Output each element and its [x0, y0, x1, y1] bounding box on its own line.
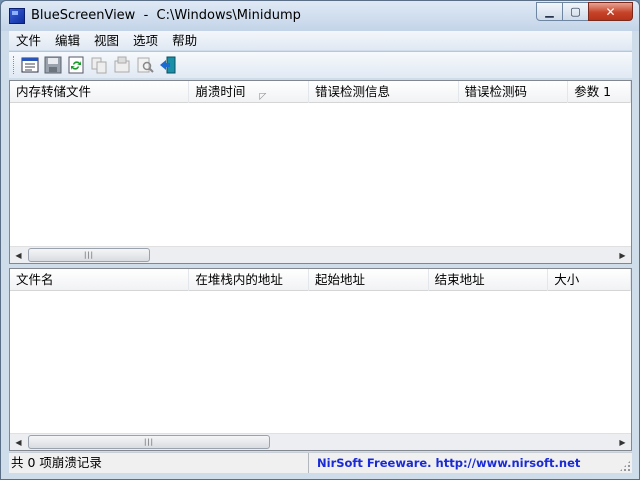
column-dump-file[interactable]: 内存转储文件 [10, 81, 190, 103]
scroll-right-arrow-icon[interactable]: ▶ [614, 247, 631, 263]
title-bar[interactable]: BlueScreenView - C:\Windows\Minidump ▁ ▢… [1, 1, 639, 31]
column-parameter-1[interactable]: 参数 1 [568, 81, 631, 103]
toolbar [9, 51, 632, 78]
caption-buttons: ▁ ▢ ✕ [536, 2, 633, 22]
bluescreenview-app-icon[interactable] [9, 8, 25, 24]
driver-list-header: 文件名 在堆栈内的地址 起始地址 结束地址 大小 [10, 269, 631, 291]
column-filename[interactable]: 文件名 [10, 269, 190, 291]
window-title: BlueScreenView - C:\Windows\Minidump [31, 8, 301, 23]
column-from-address[interactable]: 起始地址 [309, 269, 429, 291]
save-icon[interactable] [43, 55, 63, 75]
column-size[interactable]: 大小 [548, 269, 631, 291]
copy-icon[interactable] [89, 55, 109, 75]
scroll-right-arrow-icon[interactable]: ▶ [614, 434, 631, 450]
app-window: BlueScreenView - C:\Windows\Minidump ▁ ▢… [0, 0, 640, 480]
scroll-thumb[interactable]: ||| [28, 248, 150, 262]
menu-help[interactable]: 帮助 [165, 31, 204, 50]
menu-options[interactable]: 选项 [126, 31, 165, 50]
close-button[interactable]: ✕ [588, 2, 633, 21]
driver-list-hscrollbar[interactable]: ◀ ||| ▶ [10, 433, 631, 450]
menu-bar: 文件 编辑 视图 选项 帮助 [9, 31, 632, 50]
driver-list-panel[interactable]: 文件名 在堆栈内的地址 起始地址 结束地址 大小 ◀ ||| ▶ [9, 268, 632, 451]
scroll-left-arrow-icon[interactable]: ◀ [10, 247, 27, 263]
menu-view[interactable]: 视图 [87, 31, 126, 50]
crash-list-panel[interactable]: 内存转储文件 崩溃时间 ◸ 错误检测信息 错误检测码 参数 1 ◀ ||| ▶ [9, 80, 632, 264]
column-address-in-stack[interactable]: 在堆栈内的地址 [189, 269, 310, 291]
column-to-address[interactable]: 结束地址 [429, 269, 549, 291]
column-crash-time-label: 崩溃时间 [195, 84, 246, 99]
menu-edit[interactable]: 编辑 [48, 31, 87, 50]
status-bar: 共 0 项崩溃记录 NirSoft Freeware. http://www.n… [9, 452, 632, 473]
scroll-thumb[interactable]: ||| [28, 435, 270, 449]
nirsoft-link[interactable]: NirSoft Freeware. http://www.nirsoft.net [309, 453, 632, 473]
scroll-left-arrow-icon[interactable]: ◀ [10, 434, 27, 450]
crash-count-status: 共 0 项崩溃记录 [9, 453, 309, 473]
refresh-icon[interactable] [66, 55, 86, 75]
properties-icon[interactable] [20, 55, 40, 75]
crash-list-hscrollbar[interactable]: ◀ ||| ▶ [10, 246, 631, 263]
crash-list-header: 内存转储文件 崩溃时间 ◸ 错误检测信息 错误检测码 参数 1 [10, 81, 631, 103]
maximize-button[interactable]: ▢ [562, 2, 589, 21]
column-crash-time[interactable]: 崩溃时间 ◸ [189, 81, 310, 103]
toolbar-grip[interactable] [13, 56, 16, 74]
menu-file[interactable]: 文件 [9, 31, 48, 50]
column-bug-check-string[interactable]: 错误检测信息 [309, 81, 459, 103]
minimize-button[interactable]: ▁ [536, 2, 563, 21]
exit-icon[interactable] [158, 55, 178, 75]
html-report-icon[interactable] [112, 55, 132, 75]
column-bug-check-code[interactable]: 错误检测码 [459, 81, 569, 103]
find-icon[interactable] [135, 55, 155, 75]
sort-indicator-icon: ◸ [259, 92, 267, 102]
